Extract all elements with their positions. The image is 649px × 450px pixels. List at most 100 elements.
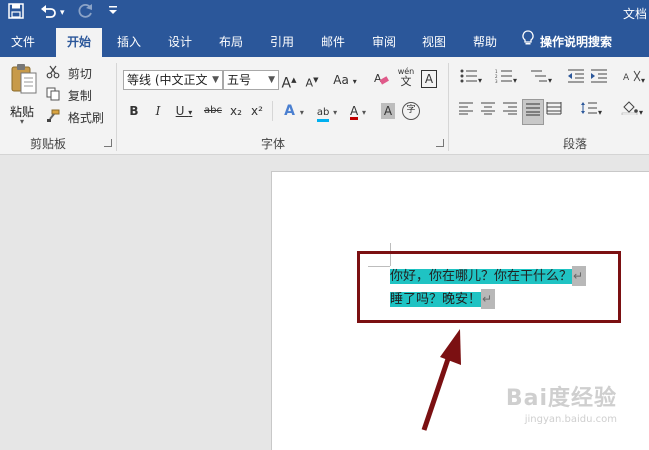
paint-bucket-icon — [621, 101, 639, 118]
format-painter-button[interactable]: 格式刷 — [46, 108, 104, 128]
shading-button[interactable]: ▾ — [617, 101, 647, 121]
character-border-button[interactable]: A — [421, 70, 437, 88]
multilevel-list-icon — [530, 70, 548, 86]
watermark-url: jingyan.baidu.com — [524, 414, 617, 425]
copy-button[interactable]: 复制 — [46, 86, 92, 106]
subscript-button[interactable]: x₂ — [228, 101, 244, 121]
distributed-button[interactable] — [545, 101, 563, 121]
cut-label: 剪切 — [67, 67, 92, 81]
save-icon[interactable] — [8, 3, 24, 23]
tab-file[interactable]: 文件 — [2, 28, 44, 57]
tab-insert[interactable]: 插入 — [108, 28, 150, 57]
numbering-button[interactable]: 1 2 3 ▾ — [491, 69, 521, 89]
bold-button[interactable]: B — [126, 101, 142, 121]
phonetic-guide-char: 文 — [400, 75, 412, 88]
undo-dropdown-icon[interactable]: ▾ — [60, 3, 65, 23]
paste-button[interactable]: 粘贴 ▾ — [6, 63, 40, 126]
scissors-icon — [46, 65, 60, 85]
align-right-button[interactable] — [501, 101, 519, 121]
increase-indent-button[interactable] — [589, 69, 609, 89]
justify-button[interactable] — [522, 99, 544, 125]
divider — [272, 101, 273, 121]
decrease-indent-button[interactable] — [566, 69, 586, 89]
window-title: 文档 — [622, 7, 647, 21]
align-left-button[interactable] — [457, 101, 475, 121]
group-divider — [448, 63, 449, 151]
eraser-icon: A — [373, 72, 389, 89]
justify-icon — [525, 103, 541, 119]
shrink-font-button[interactable]: A▼ — [304, 70, 320, 90]
font-launcher-icon[interactable] — [436, 139, 444, 147]
tab-mailings[interactable]: 邮件 — [312, 28, 354, 57]
align-right-icon — [502, 102, 518, 118]
clipboard-launcher-icon[interactable] — [104, 139, 112, 147]
align-center-button[interactable] — [479, 101, 497, 121]
clear-formatting-button[interactable]: A — [372, 70, 390, 90]
line-spacing-icon — [580, 102, 598, 118]
enclose-characters-button[interactable]: 字 — [402, 102, 420, 120]
bullets-button[interactable]: ▾ — [456, 69, 486, 89]
character-shading-label: A — [383, 104, 393, 118]
cut-button[interactable]: 剪切 — [46, 64, 92, 84]
ribbon-home: 粘贴 ▾ 剪切 复制 格式刷 剪贴板 等线 (中文正文 ▼ 五号 ▼ A▲ A▼… — [0, 57, 649, 155]
tab-references[interactable]: 引用 — [261, 28, 303, 57]
chevron-down-icon: ▼ — [212, 75, 219, 85]
tab-review[interactable]: 审阅 — [363, 28, 405, 57]
align-center-icon — [480, 102, 496, 118]
paste-icon — [10, 63, 38, 98]
tab-view[interactable]: 视图 — [413, 28, 455, 57]
sort-button[interactable]: A ▾ — [620, 69, 648, 89]
text-effects-button[interactable]: A ▾ — [281, 101, 307, 121]
format-painter-icon — [46, 109, 60, 129]
chevron-down-icon: ▼ — [268, 75, 275, 85]
enclose-characters-label: 字 — [406, 105, 416, 115]
superscript-button[interactable]: x² — [249, 101, 265, 121]
shrink-font-icon: A — [305, 76, 314, 90]
underline-button[interactable]: U ▾ — [172, 101, 196, 121]
multilevel-list-button[interactable]: ▾ — [526, 69, 556, 89]
font-size-value: 五号 — [227, 73, 252, 87]
font-size-combo[interactable]: 五号 ▼ — [223, 70, 279, 90]
increase-indent-icon — [590, 69, 608, 86]
annotation-arrow-icon — [421, 329, 461, 431]
group-label-font: 字体 — [260, 137, 285, 151]
change-case-label: Aa — [333, 73, 349, 87]
format-painter-label: 格式刷 — [67, 111, 104, 125]
watermark: Bai度经验 jingyan.baidu.com — [506, 380, 617, 425]
strikethrough-icon: abc — [204, 105, 222, 116]
decrease-indent-icon — [567, 69, 585, 86]
customize-qat-icon[interactable] — [108, 3, 118, 23]
italic-button[interactable]: I — [150, 101, 166, 121]
character-shading-button[interactable]: A — [381, 103, 395, 119]
change-case-button[interactable]: Aa ▾ — [330, 70, 360, 90]
annotation-box — [357, 251, 621, 323]
highlight-color-button[interactable]: ab ▾ — [312, 101, 342, 122]
redo-icon[interactable] — [78, 3, 94, 23]
font-name-value: 等线 (中文正文 — [127, 73, 208, 87]
tab-layout[interactable]: 布局 — [210, 28, 252, 57]
group-label-paragraph: 段落 — [562, 137, 587, 151]
text-effects-icon: A — [284, 103, 295, 119]
font-name-combo[interactable]: 等线 (中文正文 ▼ — [123, 70, 223, 90]
tell-me-search[interactable]: 操作说明搜索 — [522, 28, 632, 57]
undo-icon[interactable] — [40, 3, 58, 23]
group-divider — [116, 63, 117, 151]
tab-help[interactable]: 帮助 — [464, 28, 506, 57]
character-border-label: A — [424, 72, 434, 86]
ribbon-tabs: 文件 开始 插入 设计 布局 引用 邮件 审阅 视图 帮助 操作说明搜索 — [0, 28, 649, 57]
font-color-button[interactable]: A ▾ — [345, 101, 371, 121]
strikethrough-button[interactable]: abc — [203, 101, 223, 121]
grow-font-button[interactable]: A▲ — [281, 70, 297, 92]
paste-dropdown-icon[interactable]: ▾ — [20, 117, 24, 126]
copy-label: 复制 — [67, 89, 92, 103]
phonetic-guide-button[interactable]: wén 文 — [396, 67, 416, 87]
copy-icon — [46, 87, 60, 107]
superscript-icon: x² — [251, 104, 263, 118]
lightbulb-icon — [522, 28, 534, 57]
line-spacing-button[interactable]: ▾ — [576, 101, 606, 121]
subscript-icon: x₂ — [230, 104, 242, 118]
title-bar: ▾ 文档 — [0, 0, 649, 28]
tab-design[interactable]: 设计 — [159, 28, 201, 57]
tab-home[interactable]: 开始 — [56, 28, 102, 57]
svg-text:A: A — [374, 72, 382, 85]
